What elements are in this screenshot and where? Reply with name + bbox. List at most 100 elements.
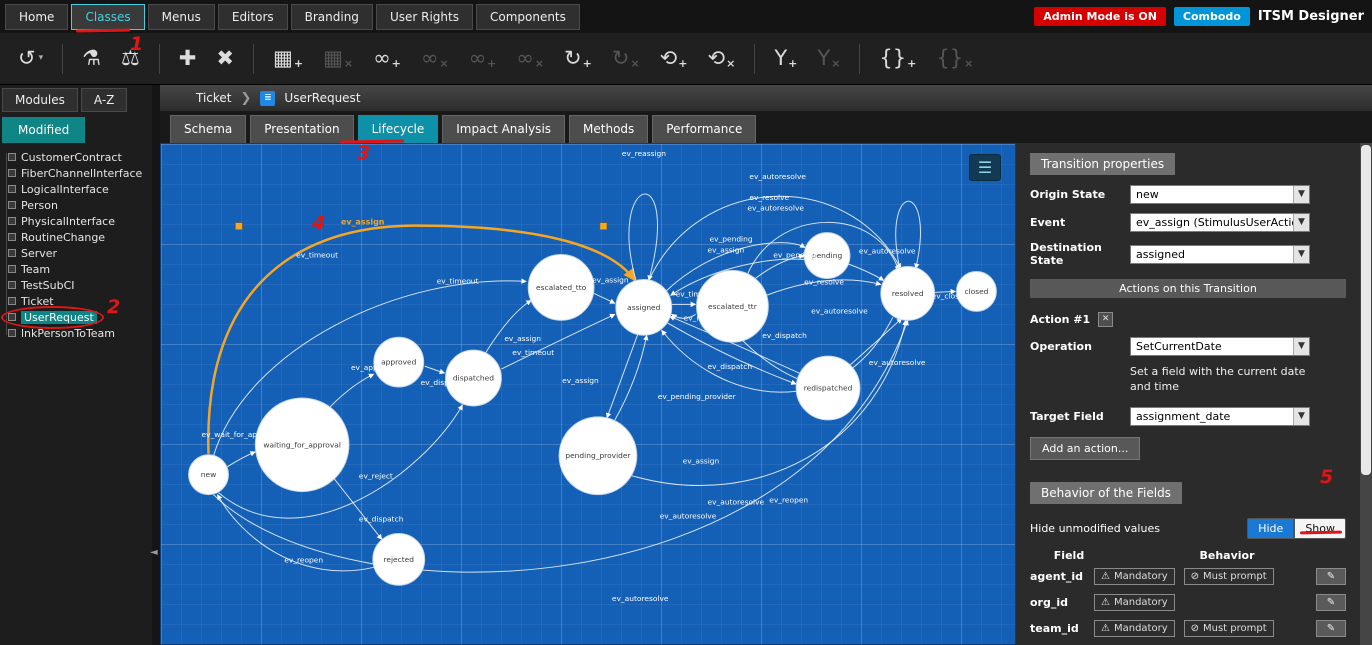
transition-label: ev_resolve <box>804 277 844 286</box>
add-external-key-icon: ∞ <box>373 48 391 69</box>
behavior-row-team-id: team_id⚠Mandatory⊘Must prompt✎ <box>1030 620 1346 637</box>
edit-field-button[interactable]: ✎ <box>1316 594 1346 611</box>
delete-filter-button: Y× <box>809 44 848 73</box>
transition-edge[interactable] <box>227 452 255 467</box>
mandatory-badge: ⚠Mandatory <box>1094 620 1175 637</box>
delete-class-field-icon: ▦ <box>323 48 343 69</box>
nav-user-rights[interactable]: User Rights <box>376 4 473 30</box>
target-field-select[interactable]: assignment_date ▼ <box>1130 407 1310 426</box>
sidebar-item-logicalinterface[interactable]: LogicalInterface <box>6 181 152 197</box>
add-stimulus-button[interactable]: ↻+ <box>556 44 600 73</box>
top-nav-items: HomeClassesMenusEditorsBrandingUser Righ… <box>0 4 580 30</box>
add-filter-button[interactable]: Y+ <box>766 44 805 73</box>
sidebar-item-customercontract[interactable]: CustomerContract <box>6 149 152 165</box>
pencil-icon: ✎ <box>1327 597 1335 608</box>
sidebar-item-userrequest[interactable]: UserRequest <box>6 309 152 325</box>
add-action-button[interactable]: Add an action... <box>1030 437 1140 460</box>
add-class-field-button[interactable]: ▦+ <box>265 44 311 73</box>
transition-edge[interactable] <box>615 335 647 420</box>
hide-button[interactable]: Hide <box>1247 518 1294 539</box>
sidebar: Modules A-Z Modified CustomerContractFib… <box>0 85 152 645</box>
collapse-sidebar-handle[interactable]: ◄ <box>150 547 158 558</box>
undo-button[interactable]: ↺▾ <box>10 44 51 73</box>
add-attribute-button[interactable]: ✚ <box>171 44 205 73</box>
behavior-table: agent_id⚠Mandatory⊘Must prompt✎org_id⚠Ma… <box>1030 568 1346 637</box>
breadcrumb-parent[interactable]: Ticket <box>196 91 232 105</box>
edit-field-button[interactable]: ✎ <box>1316 568 1346 585</box>
new-class-button[interactable]: ⚗ <box>74 44 109 73</box>
tab-impact-analysis[interactable]: Impact Analysis <box>442 115 565 143</box>
transition-label: ev_approve <box>351 363 395 372</box>
transition-edge[interactable] <box>425 366 445 373</box>
sidebar-item-lnkpersontoteam[interactable]: lnkPersonToTeam <box>6 325 152 341</box>
transition-edge[interactable] <box>485 300 531 353</box>
diagram-options-button[interactable]: ☰ <box>969 154 1001 181</box>
nav-home[interactable]: Home <box>5 4 68 30</box>
tab-lifecycle[interactable]: Lifecycle <box>358 115 439 143</box>
tab-methods[interactable]: Methods <box>569 115 648 143</box>
edit-field-button[interactable]: ✎ <box>1316 620 1346 637</box>
transition-edge[interactable] <box>327 374 374 410</box>
transition-label: ev_assign <box>683 457 720 466</box>
sidebar-item-physicalinterface[interactable]: PhysicalInterface <box>6 213 152 229</box>
origin-state-select[interactable]: new ▼ <box>1130 185 1310 204</box>
delete-linked-set-icon: ∞ <box>516 48 534 69</box>
add-stimulus-icon: ↻ <box>564 48 582 69</box>
add-external-key-button[interactable]: ∞+ <box>365 44 409 73</box>
sidebar-item-server[interactable]: Server <box>6 245 152 261</box>
sidebar-item-fiberchannelinterface[interactable]: FiberChannelInterface <box>6 165 152 181</box>
transition-label: ev_wait_for_approval <box>202 430 281 439</box>
add-preset-button[interactable]: {}+ <box>871 44 924 73</box>
tab-schema[interactable]: Schema <box>170 115 246 143</box>
sidebar-item-routinechange[interactable]: RoutineChange <box>6 229 152 245</box>
vertical-scrollbar[interactable] <box>1360 143 1372 645</box>
sidebar-item-testsubci[interactable]: TestSubCI <box>6 277 152 293</box>
transition-label: ev_autoresolve <box>811 306 868 315</box>
event-select[interactable]: ev_assign (StimulusUserAction) ▼ <box>1130 213 1310 232</box>
transition-edge[interactable] <box>594 293 615 303</box>
edge-control-handle[interactable] <box>600 223 607 230</box>
nav-classes[interactable]: Classes <box>71 4 144 30</box>
add-attribute-icon: ✚ <box>179 48 197 69</box>
sidebar-item-ticket[interactable]: Ticket <box>6 293 152 309</box>
tab-presentation[interactable]: Presentation <box>250 115 353 143</box>
toolbar: ↺▾⚗⚖✚✖▦+▦×∞+∞×∞+∞×↻+↻×⟲+⟲×Y+Y×{}+{}× <box>0 33 1372 85</box>
transition-label: ev_reassign <box>622 149 666 158</box>
show-button[interactable]: Show <box>1294 518 1346 539</box>
transition-edge[interactable] <box>629 194 658 283</box>
breadcrumb-current[interactable]: UserRequest <box>284 91 360 105</box>
field-badges: ⚠Mandatory <box>1094 594 1310 611</box>
transition-label: ev_assign <box>708 246 745 255</box>
transition-label: ev_timeout <box>512 348 554 357</box>
tab-performance[interactable]: Performance <box>652 115 756 143</box>
delete-attribute-button[interactable]: ✖ <box>208 44 242 73</box>
nav-components[interactable]: Components <box>476 4 580 30</box>
remove-action-button[interactable]: ✕ <box>1098 312 1113 327</box>
transition-label: ev_pending <box>710 235 753 244</box>
edge-control-handle[interactable] <box>235 223 242 230</box>
new-class-icon: ⚗ <box>82 48 101 69</box>
transition-edge[interactable] <box>896 201 921 268</box>
transition-label: ev_dispatch <box>421 378 466 387</box>
nav-branding[interactable]: Branding <box>291 4 373 30</box>
nav-editors[interactable]: Editors <box>218 4 288 30</box>
state-label: redispatched <box>804 384 853 393</box>
add-transition-button[interactable]: ⟲+ <box>652 44 696 73</box>
sidebar-item-team[interactable]: Team <box>6 261 152 277</box>
scrollbar-thumb[interactable] <box>1361 145 1371 475</box>
nav-menus[interactable]: Menus <box>148 4 215 30</box>
transition-edge[interactable] <box>847 264 884 281</box>
lifecycle-canvas[interactable]: newwaiting_for_approvalapproveddispatche… <box>160 143 1016 645</box>
delete-transition-button[interactable]: ⟲× <box>700 44 744 73</box>
sidebar-tab-az[interactable]: A-Z <box>81 88 128 112</box>
compare-classes-button[interactable]: ⚖ <box>113 44 148 73</box>
transition-edge[interactable] <box>331 475 382 540</box>
sidebar-item-person[interactable]: Person <box>6 197 152 213</box>
sidebar-item-label: CustomerContract <box>21 151 122 164</box>
sidebar-tab-modified[interactable]: Modified <box>2 117 85 143</box>
field-name: team_id <box>1030 622 1094 635</box>
sidebar-tab-modules[interactable]: Modules <box>2 88 78 112</box>
sidebar-item-label: Ticket <box>21 295 54 308</box>
destination-state-select[interactable]: assigned ▼ <box>1130 245 1310 264</box>
operation-select[interactable]: SetCurrentDate ▼ <box>1130 337 1310 356</box>
